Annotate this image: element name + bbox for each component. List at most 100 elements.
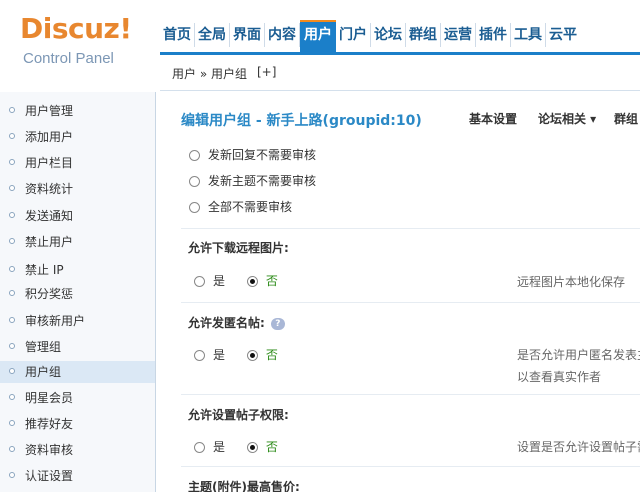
sidebar-item-ban-ip[interactable]: 禁止 IP (0, 259, 155, 281)
help-note: 远程图片本地化保存 (517, 275, 626, 289)
sidebar-item-profile-stats[interactable]: 资料统计 (0, 178, 155, 200)
bullet-icon (9, 368, 15, 374)
radio-group-post-permission: 是 否 (194, 437, 296, 457)
bullet-icon (9, 107, 15, 113)
radio-button[interactable] (189, 202, 200, 213)
sidebar-item-send-notice[interactable]: 发送通知 (0, 205, 155, 227)
sidebar-item-label: 禁止 IP (25, 263, 64, 277)
radio-button[interactable] (189, 150, 200, 161)
nav-style[interactable]: 界面 (230, 23, 265, 47)
bullet-icon (9, 317, 15, 323)
radio-button[interactable] (189, 176, 200, 187)
bullet-icon (9, 266, 15, 272)
sidebar-item-add-user[interactable]: 添加用户 (0, 126, 155, 148)
nav-global[interactable]: 全局 (195, 23, 230, 47)
nav-portal[interactable]: 门户 (336, 23, 371, 47)
radio-group-anonymous-post: 是 否 (194, 345, 296, 365)
sidebar-item-verify-settings[interactable]: 认证设置 (0, 465, 155, 487)
sidebar-item-user-manage[interactable]: 用户管理 (0, 100, 155, 122)
sidebar-item-recommend-friends[interactable]: 推荐好友 (0, 413, 155, 435)
bullet-icon (9, 185, 15, 191)
bullet-icon (9, 420, 15, 426)
option-label: 发新回复不需要审核 (208, 148, 317, 162)
sidebar-item-label: 添加用户 (25, 130, 74, 144)
nav-plugin[interactable]: 插件 (476, 23, 511, 47)
logo-text: Discuz! (20, 12, 132, 45)
sidebar-item-user-fields[interactable]: 用户栏目 (0, 152, 155, 174)
sidebar-item-admin-groups[interactable]: 管理组 (0, 336, 155, 358)
radio-button[interactable] (194, 442, 205, 453)
nav-forum[interactable]: 论坛 (371, 23, 406, 47)
bullet-icon (9, 394, 15, 400)
main-content: 编辑用户组 - 新手上路(groupid:10) 基本设置 论坛相关 ▾ 群组 … (161, 92, 640, 492)
radio-button[interactable] (194, 276, 205, 287)
sidebar-item-user-groups[interactable]: 用户组 (0, 361, 155, 383)
section-label-max-price: 主题(附件)最高售价: (188, 480, 300, 492)
nav-home[interactable]: 首页 (160, 23, 195, 47)
bullet-icon (9, 159, 15, 165)
sidebar-item-label: 明星会员 (25, 391, 74, 405)
bullet-icon (9, 343, 15, 349)
bullet-icon (9, 238, 15, 244)
yes-label: 是 (213, 274, 226, 288)
radio-button[interactable] (194, 350, 205, 361)
sidebar-item-moderate-users[interactable]: 审核新用户 (0, 310, 155, 332)
page-title: 编辑用户组 - 新手上路(groupid:10) (181, 113, 422, 129)
title-row: 编辑用户组 - 新手上路(groupid:10) 基本设置 论坛相关 ▾ 群组 (161, 92, 640, 142)
option-reply-no-review[interactable]: 发新回复不需要审核 (189, 145, 316, 165)
sidebar-item-profile-review[interactable]: 资料审核 (0, 439, 155, 461)
option-thread-no-review[interactable]: 发新主题不需要审核 (189, 171, 316, 191)
radio-button-checked[interactable] (246, 442, 258, 453)
section-label-download-remote: 允许下载远程图片: (188, 241, 289, 255)
sidebar-item-label: 用户管理 (25, 104, 74, 118)
sidebar-item-label: 发送通知 (25, 209, 74, 223)
sidebar-item-label: 积分奖惩 (25, 287, 74, 301)
logo[interactable]: Discuz! Control Panel (0, 0, 160, 92)
nav-tools[interactable]: 工具 (511, 23, 546, 47)
nav-cloud[interactable]: 云平 (546, 23, 580, 47)
tab-groups[interactable]: 群组 (614, 110, 638, 127)
nav-content[interactable]: 内容 (265, 23, 300, 47)
tab-basic-settings[interactable]: 基本设置 (469, 110, 517, 127)
divider (181, 394, 640, 395)
sidebar-item-ban-user[interactable]: 禁止用户 (0, 231, 155, 253)
sidebar: 用户管理 添加用户 用户栏目 资料统计 发送通知 禁止用户 禁止 IP 积分奖惩… (0, 92, 156, 492)
option-label: 全部不需要审核 (208, 200, 293, 214)
option-no[interactable]: 否 (246, 274, 278, 288)
no-label: 否 (265, 274, 278, 288)
radio-button-checked[interactable] (246, 350, 258, 361)
sidebar-item-credits[interactable]: 积分奖惩 (0, 283, 155, 305)
sidebar-item-star-members[interactable]: 明星会员 (0, 387, 155, 409)
nav-group[interactable]: 群组 (406, 23, 441, 47)
help-note-line2: 以查看真实作者 (517, 370, 602, 384)
nav-user[interactable]: 用户 (300, 20, 336, 52)
bullet-icon (9, 290, 15, 296)
sidebar-item-label: 审核新用户 (25, 314, 86, 328)
radio-button-checked[interactable] (246, 276, 258, 287)
option-all-no-review[interactable]: 全部不需要审核 (189, 197, 292, 217)
option-no[interactable]: 否 (246, 348, 278, 362)
option-yes[interactable]: 是 (194, 440, 225, 454)
sidebar-item-label: 资料统计 (25, 182, 74, 196)
sidebar-item-label: 管理组 (25, 340, 62, 354)
sidebar-item-label: 用户栏目 (25, 156, 74, 170)
option-no[interactable]: 否 (246, 440, 278, 454)
section-label-anonymous-post: 允许发匿名帖:? (188, 314, 285, 331)
tab-forum-related[interactable]: 论坛相关 ▾ (538, 110, 596, 127)
sidebar-item-label: 禁止用户 (25, 235, 74, 249)
yes-label: 是 (213, 348, 226, 362)
divider (181, 228, 640, 229)
add-shortcut-link[interactable]: [+] (257, 65, 276, 79)
option-yes[interactable]: 是 (194, 348, 225, 362)
yes-label: 是 (213, 440, 226, 454)
nav-operation[interactable]: 运营 (441, 23, 476, 47)
help-note: 是否允许用户匿名发表主 (517, 348, 640, 362)
divider (181, 466, 640, 467)
radio-group-download-remote: 是 否 (194, 271, 296, 291)
top-nav: 首页 全局 界面 内容 用户 门户 论坛 群组 运营 插件 工具 云平 (160, 20, 640, 52)
bullet-icon (9, 446, 15, 452)
logo-subtitle: Control Panel (23, 50, 114, 67)
no-label: 否 (265, 440, 278, 454)
help-icon[interactable]: ? (270, 317, 285, 330)
option-yes[interactable]: 是 (194, 274, 225, 288)
